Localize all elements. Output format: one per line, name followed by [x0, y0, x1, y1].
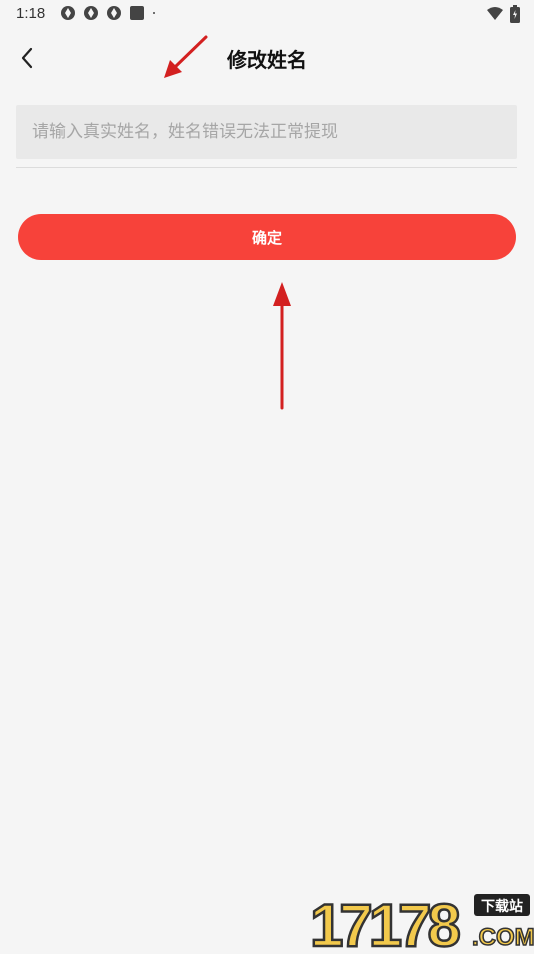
- annotation-arrow-confirm: [273, 282, 291, 410]
- wifi-icon: [487, 7, 503, 20]
- confirm-button[interactable]: 确定: [18, 214, 516, 260]
- battery-icon: [510, 5, 520, 23]
- app-icon: [107, 6, 121, 20]
- status-system-icons: [486, 5, 520, 23]
- status-bar: 1:18: [0, 0, 534, 28]
- app-header: 修改姓名: [0, 30, 534, 86]
- page-title: 修改姓名: [227, 48, 307, 72]
- svg-text:下载站: 下载站: [481, 898, 523, 915]
- status-notification-icons: [60, 5, 160, 21]
- svg-text:.COM: .COM: [472, 924, 534, 950]
- app-icon: [61, 6, 75, 20]
- divider: [16, 167, 517, 168]
- square-icon: [130, 6, 144, 20]
- name-input-container: [16, 105, 517, 159]
- name-input[interactable]: [16, 105, 517, 159]
- dot-icon: [153, 12, 155, 14]
- site-watermark: 17178 下载站 .COM: [308, 888, 534, 954]
- status-time: 1:18: [16, 5, 46, 22]
- app-icon: [84, 6, 98, 20]
- svg-text:17178: 17178: [310, 892, 459, 950]
- watermark-logo: 17178 下载站 .COM: [309, 891, 534, 954]
